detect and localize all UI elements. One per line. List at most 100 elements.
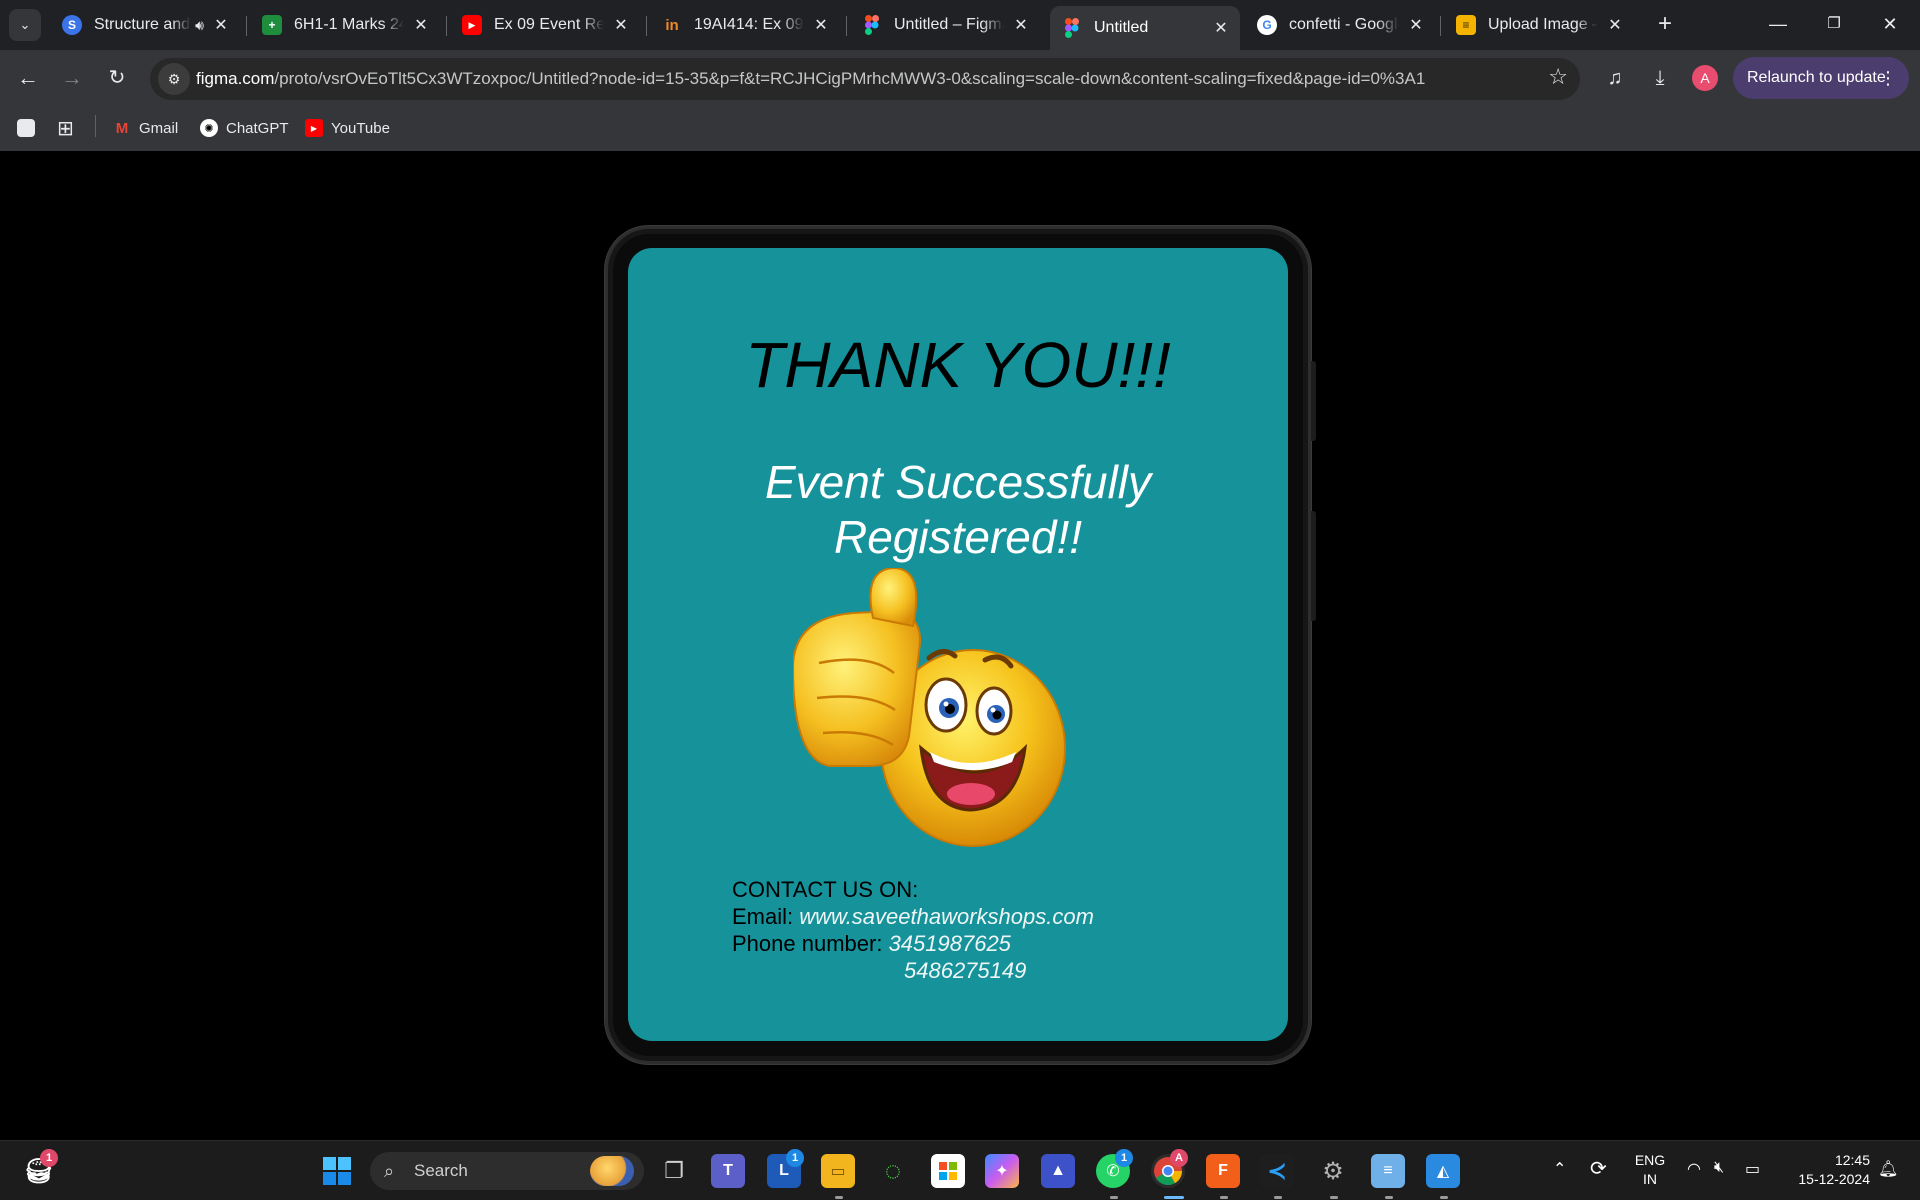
reload-button[interactable]: ↻ <box>97 58 137 98</box>
start-button[interactable] <box>320 1154 354 1188</box>
favicon-icon: S <box>62 15 82 35</box>
tab-group-icon <box>17 119 35 137</box>
url-text[interactable]: figma.com/proto/vsrOvEoTlt5Cx3WTzoxpoc/U… <box>196 69 1425 89</box>
tab-structure[interactable]: S Structure and 🔊︎ ✕ <box>50 6 240 44</box>
running-indicator <box>1274 1196 1282 1199</box>
tab-divider <box>846 16 847 36</box>
running-indicator <box>835 1196 843 1199</box>
profile-avatar[interactable]: A <box>1692 65 1718 91</box>
figma-icon <box>862 15 882 35</box>
close-tab-icon[interactable]: ✕ <box>212 15 230 35</box>
media-controls-icon[interactable]: ♫ <box>1599 62 1631 94</box>
chevron-down-icon: ⌄ <box>19 17 31 32</box>
copilot-icon[interactable]: ✦ <box>985 1154 1019 1188</box>
windows-logo-icon <box>323 1157 351 1185</box>
file-explorer-icon[interactable]: ▭ <box>821 1154 855 1188</box>
tab-untitled-figma[interactable]: Untitled – Figma ✕ <box>850 6 1040 44</box>
sync-ring-icon[interactable]: ◌ <box>876 1154 910 1188</box>
tab-marks-sheet[interactable]: + 6H1-1 Marks 24- ✕ <box>250 6 440 44</box>
apps-button[interactable]: ⊞ <box>57 116 74 140</box>
notification-bell-icon[interactable]: 🔔︎ <box>1878 1159 1898 1179</box>
chatgpt-icon: ✺ <box>200 119 218 137</box>
new-tab-button[interactable]: + <box>1650 10 1680 40</box>
prototype-screen[interactable]: THANK YOU!!! Event Successfully Register… <box>628 248 1288 1041</box>
relaunch-to-update-button[interactable]: Relaunch to update ⋮ <box>1733 57 1909 99</box>
language-indicator[interactable]: ENG IN <box>1630 1151 1670 1189</box>
bookmark-youtube[interactable]: ▶ YouTube <box>305 116 390 140</box>
close-window-button[interactable]: ✕ <box>1862 6 1918 42</box>
vpn-icon[interactable]: ▲ <box>1041 1154 1075 1188</box>
apps-grid-icon: ⊞ <box>57 117 74 140</box>
search-highlight-icon <box>590 1156 634 1186</box>
settings-gear-icon[interactable]: ⚙ <box>1316 1154 1350 1188</box>
close-tab-icon[interactable]: ✕ <box>1407 15 1425 35</box>
tab-groups-button[interactable] <box>17 116 43 140</box>
phone-value-1: 3451987625 <box>888 931 1011 956</box>
figma-icon <box>1062 18 1082 38</box>
notepad-icon[interactable]: ≡ <box>1371 1154 1405 1188</box>
battery-icon[interactable]: ▭ <box>1745 1159 1760 1179</box>
device-side-button <box>1311 511 1316 621</box>
wifi-icon[interactable]: ◠ <box>1687 1159 1701 1179</box>
restore-button[interactable]: ❐ <box>1806 6 1862 42</box>
registration-message: Event Successfully Registered!! <box>764 456 1152 563</box>
phone-row: Phone number: 3451987625 <box>732 931 1011 956</box>
close-tab-icon[interactable]: ✕ <box>1212 18 1230 38</box>
speaker-icon[interactable]: 🔊︎ <box>195 17 204 34</box>
bookmark-chatgpt[interactable]: ✺ ChatGPT <box>200 116 289 140</box>
close-tab-icon[interactable]: ✕ <box>1606 15 1624 35</box>
minimize-button[interactable]: — <box>1750 6 1806 42</box>
close-tab-icon[interactable]: ✕ <box>612 15 630 35</box>
tab-untitled-active[interactable]: Untitled ✕ <box>1050 6 1240 50</box>
thumbs-up-emoji-icon <box>793 568 1066 847</box>
tab-19ai414[interactable]: in 19AI414: Ex 09 - ✕ <box>650 6 840 44</box>
tab-divider <box>446 16 447 36</box>
download-icon[interactable]: ⤓ <box>1644 62 1676 94</box>
tab-confetti-google[interactable]: G confetti - Google ✕ <box>1245 6 1435 44</box>
email-value[interactable]: www.saveethaworkshops.com <box>799 904 1094 929</box>
site-info-icon[interactable]: ⚙ <box>158 63 190 95</box>
contact-heading: CONTACT US ON: <box>732 877 919 902</box>
taskbar-search[interactable]: ⌕ Search <box>370 1152 644 1190</box>
bookmark-gmail[interactable]: M Gmail <box>113 116 178 140</box>
gmail-icon: M <box>115 119 129 137</box>
tab-divider <box>1440 16 1441 36</box>
close-tab-icon[interactable]: ✕ <box>812 15 830 35</box>
clock[interactable]: 12:45 15-12-2024 <box>1778 1151 1870 1189</box>
kebab-menu-icon[interactable]: ⋮ <box>1879 57 1897 99</box>
sync-icon[interactable]: ⟳ <box>1590 1156 1607 1181</box>
bookmarks-divider <box>95 115 96 137</box>
restore-icon: ❐ <box>1827 15 1841 32</box>
teams-icon[interactable]: T <box>711 1154 745 1188</box>
whatsapp-badge: 1 <box>1115 1149 1133 1167</box>
youtube-icon: ▶ <box>462 15 482 35</box>
microsoft-store-icon[interactable] <box>931 1154 965 1188</box>
arrow-right-icon: → <box>61 65 83 90</box>
device-side-button <box>1311 361 1316 441</box>
bookmarks-bar: ⊞ M Gmail ✺ ChatGPT ▶ YouTube <box>0 106 1920 151</box>
phone-value-2: 5486275149 <box>904 958 1027 983</box>
photos-icon[interactable]: ◭ <box>1426 1154 1460 1188</box>
back-button[interactable]: ← <box>8 58 48 98</box>
show-hidden-icons-chevron-icon[interactable]: ⌃ <box>1553 1159 1566 1179</box>
close-tab-icon[interactable]: ✕ <box>1012 15 1030 35</box>
forward-button[interactable]: → <box>52 58 92 98</box>
youtube-icon: ▶ <box>305 119 323 137</box>
tab-divider <box>646 16 647 36</box>
close-icon: ✕ <box>1882 14 1898 34</box>
tab-search-button[interactable]: ⌄ <box>9 9 41 41</box>
task-view-icon[interactable]: ❐ <box>657 1154 691 1188</box>
thank-you-heading: THANK YOU!!! <box>745 329 1171 401</box>
chrome-profile-badge: A <box>1170 1149 1188 1167</box>
close-tab-icon[interactable]: ✕ <box>412 15 430 35</box>
tab-upload-image[interactable]: ≡ Upload Image – ✕ <box>1444 6 1634 44</box>
tab-youtube-event[interactable]: ▶ Ex 09 Event Regis ✕ <box>450 6 640 44</box>
vscode-icon[interactable]: ≺ <box>1260 1154 1294 1188</box>
bookmark-star-icon[interactable]: ☆ <box>1548 64 1568 90</box>
speaker-muted-icon[interactable]: 🔇︎ <box>1714 1159 1724 1177</box>
address-bar[interactable]: ⚙ figma.com/proto/vsrOvEoTlt5Cx3WTzoxpoc… <box>150 58 1580 100</box>
browser-toolbar: ← → ↻ ⚙ figma.com/proto/vsrOvEoTlt5Cx3WT… <box>0 50 1920 106</box>
weather-badge: 1 <box>40 1149 58 1167</box>
plus-icon: + <box>1657 10 1672 37</box>
flowgorithm-icon[interactable]: F <box>1206 1154 1240 1188</box>
